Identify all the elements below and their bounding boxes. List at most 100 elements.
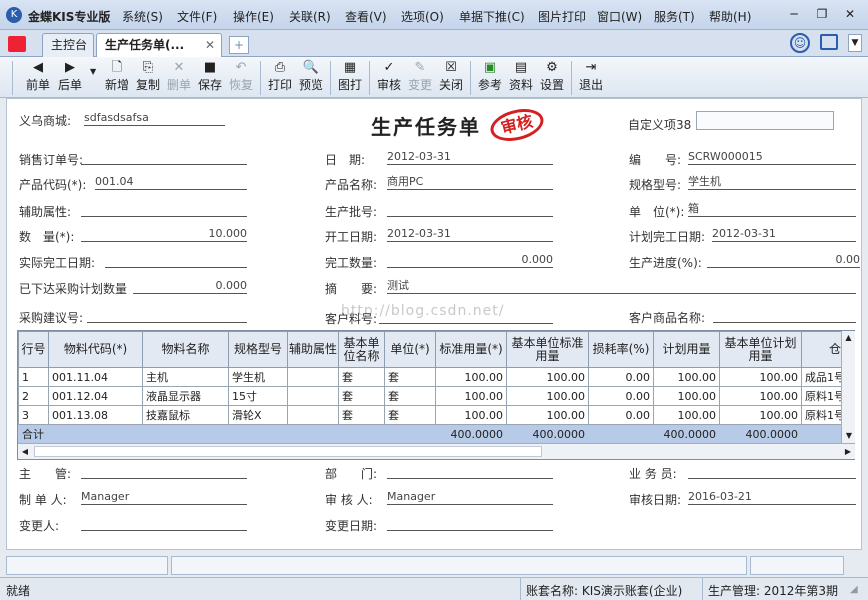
menu-window[interactable]: 窗口(W) (597, 8, 642, 25)
col-header[interactable]: 辅助属性 (287, 331, 339, 368)
plan-end-field[interactable]: 2012-03-31 (712, 227, 856, 242)
cust-name-field[interactable] (713, 308, 856, 323)
spec-field[interactable]: 学生机 (688, 175, 856, 190)
col-header[interactable]: 行号 (18, 331, 49, 368)
tab-close-icon[interactable]: ✕ (205, 34, 215, 56)
table-cell[interactable]: 套 (338, 386, 385, 406)
prev-bill-button[interactable]: ◀ 前单 (22, 59, 54, 97)
table-cell[interactable]: 技嘉鼠标 (142, 405, 229, 425)
exit-button[interactable]: ⇥ 退出 (575, 59, 607, 97)
table-cell[interactable]: 100.00 (506, 367, 589, 387)
menu-relate[interactable]: 关联(R) (289, 8, 331, 25)
close-bill-button[interactable]: ☒ 关闭 (435, 59, 467, 97)
new-button[interactable]: 🗋 新增 (101, 59, 133, 97)
menu-help[interactable]: 帮助(H) (709, 8, 751, 25)
menu-file[interactable]: 文件(F) (177, 8, 217, 25)
chevron-down-icon[interactable]: ▼ (848, 34, 862, 52)
minimize-icon[interactable]: ─ (784, 6, 804, 22)
col-header[interactable]: 物料名称 (142, 331, 229, 368)
table-cell[interactable] (287, 386, 339, 406)
scroll-thumb[interactable] (34, 446, 542, 457)
table-cell[interactable]: 套 (384, 405, 436, 425)
grid-vertical-scrollbar[interactable]: ▲ ▼ (841, 331, 855, 443)
act-end-field[interactable] (105, 253, 247, 268)
batch-field[interactable] (387, 202, 553, 217)
message-icon[interactable] (820, 34, 838, 50)
pr-field[interactable] (87, 308, 247, 323)
print-button[interactable]: ⎙ 打印 (264, 59, 296, 97)
tab-production-task[interactable]: 生产任务单(... ✕ (96, 33, 222, 57)
table-cell[interactable]: 100.00 (719, 367, 802, 387)
table-cell[interactable]: 001.13.08 (48, 405, 143, 425)
col-header[interactable]: 计划用量 (653, 331, 720, 368)
table-cell[interactable]: 100.00 (435, 386, 507, 406)
date-field[interactable]: 2012-03-31 (387, 150, 553, 165)
table-cell[interactable]: 套 (338, 367, 385, 387)
table-row[interactable]: 1 001.11.04 主机 学生机 套 套 100.00 100.00 0.0… (18, 367, 854, 387)
table-cell[interactable]: 100.00 (435, 367, 507, 387)
table-cell[interactable]: 100.00 (506, 386, 589, 406)
table-row[interactable]: 3 001.13.08 技嘉鼠标 滑轮X 套 套 100.00 100.00 0… (18, 405, 854, 425)
col-header[interactable]: 基本单位标准用量 (506, 331, 589, 368)
table-cell[interactable]: 3 (18, 405, 49, 425)
start-field[interactable]: 2012-03-31 (387, 227, 553, 242)
pcode-field[interactable]: 001.04 (95, 175, 247, 190)
scroll-left-icon[interactable]: ◀ (18, 444, 32, 459)
table-cell[interactable]: 0.00 (588, 386, 654, 406)
pname-field[interactable]: 商用PC (387, 175, 553, 190)
table-cell[interactable]: 主机 (142, 367, 229, 387)
table-cell[interactable]: 套 (338, 405, 385, 425)
sales-field[interactable] (688, 464, 856, 479)
unit-field[interactable]: 箱 (688, 202, 856, 217)
image-print-button[interactable]: ▦ 图打 (334, 59, 366, 97)
scroll-right-icon[interactable]: ▶ (841, 444, 855, 459)
store-field[interactable]: sdfasdsafsa (84, 111, 225, 126)
table-cell[interactable]: 100.00 (653, 405, 720, 425)
table-cell[interactable] (287, 367, 339, 387)
next-dropdown-icon[interactable]: ▼ (90, 67, 96, 76)
resize-grip-icon[interactable]: ◢ (850, 584, 862, 596)
save-button[interactable]: ■ 保存 (194, 59, 226, 97)
preview-button[interactable]: 🔍 预览 (295, 59, 327, 97)
col-header[interactable]: 规格型号 (228, 331, 288, 368)
col-header[interactable]: 标准用量(*) (435, 331, 507, 368)
dept-field[interactable] (387, 464, 553, 479)
table-cell[interactable]: 套 (384, 367, 436, 387)
menu-image-print[interactable]: 图片打印 (538, 8, 586, 25)
next-bill-button[interactable]: ▶ 后单 (54, 59, 86, 97)
menu-push-down[interactable]: 单据下推(C) (459, 8, 525, 25)
no-field[interactable]: SCRW000015 (688, 150, 856, 165)
smiley-icon[interactable]: ☺ (790, 33, 810, 53)
data-button[interactable]: ▤ 资料 (505, 59, 537, 97)
table-cell[interactable]: 100.00 (719, 405, 802, 425)
reference-button[interactable]: ▣ 参考 (474, 59, 506, 97)
table-cell[interactable]: 100.00 (653, 386, 720, 406)
change-button[interactable]: ✎ 变更 (404, 59, 436, 97)
done-qty-field[interactable]: 0.000 (387, 253, 553, 268)
progress-field[interactable]: 0.00 (707, 253, 860, 268)
menu-operate[interactable]: 操作(E) (233, 8, 274, 25)
table-cell[interactable]: 液晶显示器 (142, 386, 229, 406)
aux-field[interactable] (81, 202, 247, 217)
col-header[interactable]: 单位(*) (384, 331, 436, 368)
menu-view[interactable]: 查看(V) (345, 8, 387, 25)
cust-item-field[interactable] (379, 309, 553, 324)
table-cell[interactable]: 001.11.04 (48, 367, 143, 387)
grid-horizontal-scrollbar[interactable]: ◀ ▶ (18, 443, 855, 459)
table-cell[interactable]: 100.00 (653, 367, 720, 387)
tab-main-console[interactable]: 主控台 (42, 33, 94, 57)
col-header[interactable]: 基本单位名称 (338, 331, 385, 368)
table-cell[interactable]: 0.00 (588, 367, 654, 387)
menu-options[interactable]: 选项(O) (401, 8, 444, 25)
bill-entry-grid[interactable]: 行号 物料代码(*) 物料名称 规格型号 辅助属性 基本单位名称 单位(*) 标… (17, 330, 855, 460)
copy-button[interactable]: ⎘ 复制 (132, 59, 164, 97)
delete-button[interactable]: ✕ 删单 (163, 59, 195, 97)
custom-field-input[interactable] (696, 111, 834, 130)
mgr-field[interactable] (81, 464, 247, 479)
table-cell[interactable] (287, 405, 339, 425)
table-cell[interactable]: 100.00 (506, 405, 589, 425)
table-cell[interactable]: 100.00 (719, 386, 802, 406)
menu-system[interactable]: 系统(S) (122, 8, 163, 25)
audit-button[interactable]: ✓ 审核 (373, 59, 405, 97)
table-cell[interactable]: 100.00 (435, 405, 507, 425)
